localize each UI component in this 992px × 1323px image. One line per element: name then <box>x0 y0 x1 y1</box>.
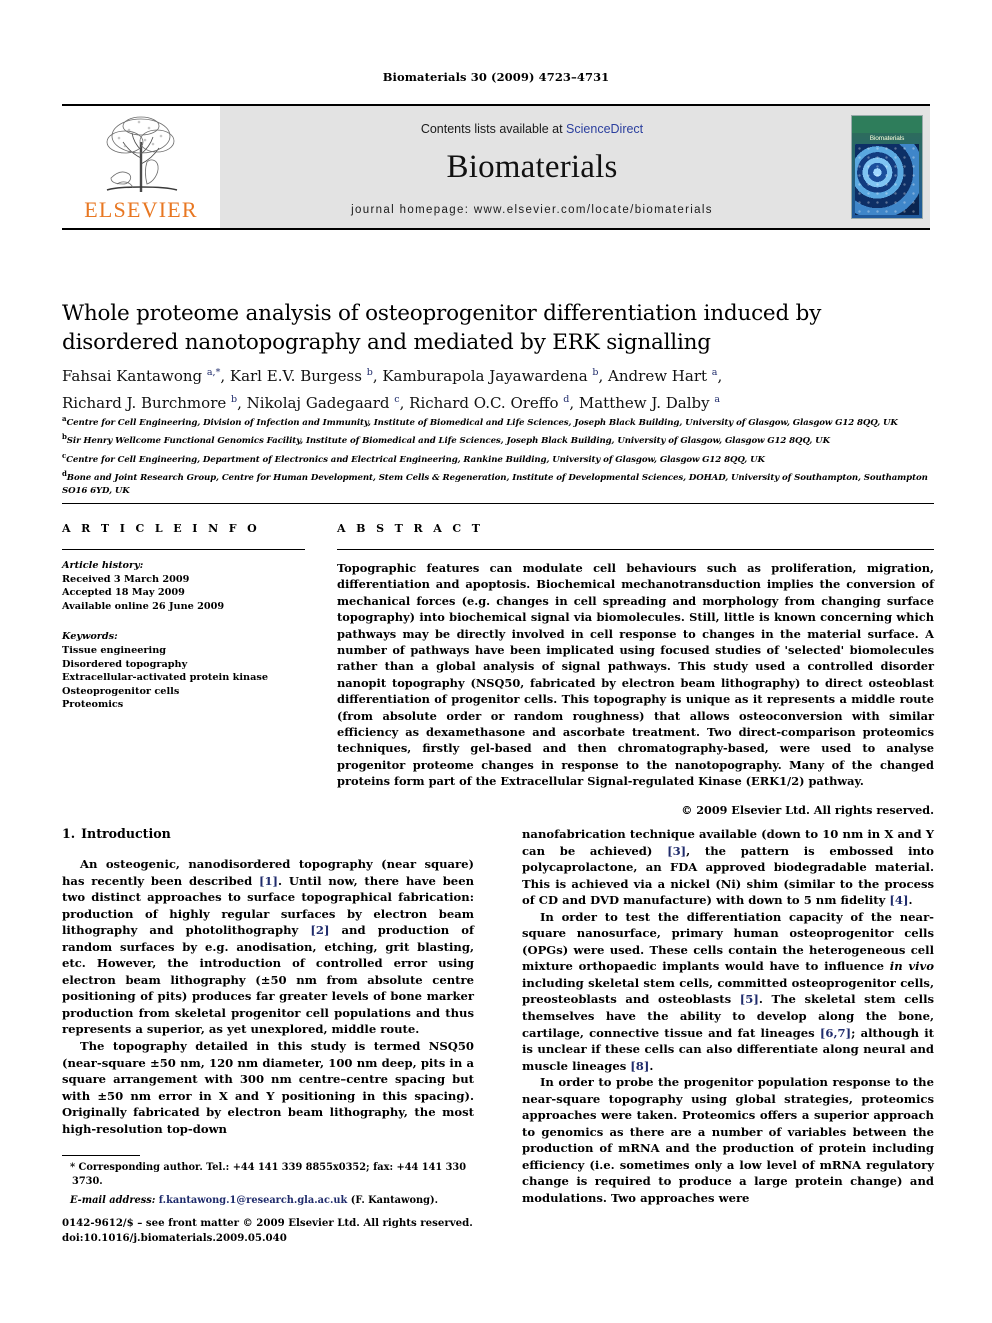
abstract-column: A B S T R A C T Topographic features can… <box>337 522 934 817</box>
paragraph: nanofabrication technique available (dow… <box>522 827 934 908</box>
affiliation-b: bSir Henry Wellcome Functional Genomics … <box>62 432 830 447</box>
affiliation-c: cCentre for Cell Engineering, Department… <box>62 450 765 465</box>
article-history-block: Article history: Received 3 March 2009 A… <box>62 559 305 613</box>
elsevier-wordmark: ELSEVIER <box>84 197 198 222</box>
author-list: Fahsai Kantawong a,*, Karl E.V. Burgess … <box>62 361 934 415</box>
keyword-item: Proteomics <box>62 699 124 711</box>
history-accepted: Accepted 18 May 2009 <box>62 587 185 599</box>
doi: doi:10.1016/j.biomaterials.2009.05.040 <box>62 1231 287 1244</box>
running-head: Biomaterials 30 (2009) 4723–4731 <box>382 70 610 84</box>
elsevier-logo: ELSEVIER <box>62 106 220 228</box>
footnote-corresponding: * Corresponding author. Tel.: +44 141 33… <box>70 1162 467 1187</box>
journal-homepage-link[interactable]: journal homepage: www.elsevier.com/locat… <box>351 204 713 216</box>
email-label: E-mail address: <box>70 1195 156 1206</box>
section-title: Introduction <box>81 826 171 841</box>
cover-image: Biomaterials <box>851 115 923 219</box>
keywords-label: Keywords: <box>62 631 118 643</box>
email-link[interactable]: f.kantawong.1@research.gla.ac.uk <box>159 1195 348 1206</box>
contents-available-line: Contents lists available at ScienceDirec… <box>421 122 643 136</box>
paragraph: An osteogenic, nanodisordered topography… <box>62 857 474 1037</box>
journal-cover-thumbnail: Biomaterials <box>844 106 930 228</box>
cover-journal-name: Biomaterials <box>869 135 905 142</box>
history-received: Received 3 March 2009 <box>62 573 190 585</box>
keyword-item: Osteoprogenitor cells <box>62 685 180 697</box>
paragraph: The topography detailed in this study is… <box>62 1039 474 1136</box>
contents-prefix: Contents lists available at <box>420 121 567 136</box>
abstract-text: Topographic features can modulate cell b… <box>337 561 934 789</box>
email-owner: (F. Kantawong). <box>350 1195 438 1206</box>
cover-texture <box>855 144 919 215</box>
article-info-rule <box>62 549 305 550</box>
journal-article-page: Biomaterials 30 (2009) 4723–4731 ELSEVIE… <box>0 0 992 1323</box>
paragraph: In order to test the differentiation cap… <box>522 909 935 1073</box>
footnote-email: E-mail address: f.kantawong.1@research.g… <box>62 1194 474 1208</box>
keyword-item: Extracellular-activated protein kinase <box>62 672 268 684</box>
elsevier-tree-icon <box>89 112 193 200</box>
cover-band <box>852 116 922 133</box>
section-heading-introduction: 1. Introduction <box>62 826 474 841</box>
journal-masthead: ELSEVIER Contents lists available at Sci… <box>62 104 930 230</box>
imprint-block: 0142-9612/$ – see front matter © 2009 El… <box>62 1216 512 1245</box>
keywords-block: Keywords: Tissue engineering Disordered … <box>62 630 305 712</box>
info-abstract-divider <box>62 503 934 504</box>
article-title: Whole proteome analysis of osteoprogenit… <box>62 301 822 356</box>
corresponding-author-footnote: * Corresponding author. Tel.: +44 141 33… <box>62 1155 474 1208</box>
article-info-column: A R T I C L E I N F O Article history: R… <box>62 522 305 712</box>
article-info-heading: A R T I C L E I N F O <box>62 522 261 535</box>
abstract-copyright: © 2009 Elsevier Ltd. All rights reserved… <box>681 802 934 817</box>
masthead-center: Contents lists available at ScienceDirec… <box>220 106 844 228</box>
author-line-2: Richard J. Burchmore b, Nikolaj Gadegaar… <box>62 394 721 412</box>
affiliation-list: aCentre for Cell Engineering, Division o… <box>62 412 934 498</box>
footnote-rule <box>62 1155 140 1156</box>
section-number: 1. <box>62 826 76 841</box>
cover-artwork <box>855 144 919 215</box>
journal-title: Biomaterials <box>446 148 618 185</box>
keyword-item: Tissue engineering <box>62 644 167 656</box>
keyword-item: Disordered topography <box>62 658 188 670</box>
article-history-label: Article history: <box>62 560 144 571</box>
affiliation-a: aCentre for Cell Engineering, Division o… <box>62 414 898 428</box>
affiliation-d: dBone and Joint Research Group, Centre f… <box>62 468 928 497</box>
body-column-right: nanofabrication technique available (dow… <box>522 826 934 1226</box>
abstract-heading: A B S T R A C T <box>337 522 484 535</box>
abstract-rule <box>337 549 934 550</box>
history-online: Available online 26 June 2009 <box>62 600 225 612</box>
author-line-1: Fahsai Kantawong a,*, Karl E.V. Burgess … <box>62 367 723 385</box>
sciencedirect-link[interactable]: ScienceDirect <box>566 122 643 136</box>
issn-front-matter: 0142-9612/$ – see front matter © 2009 El… <box>62 1217 473 1229</box>
paragraph: In order to probe the progenitor populat… <box>522 1075 934 1206</box>
